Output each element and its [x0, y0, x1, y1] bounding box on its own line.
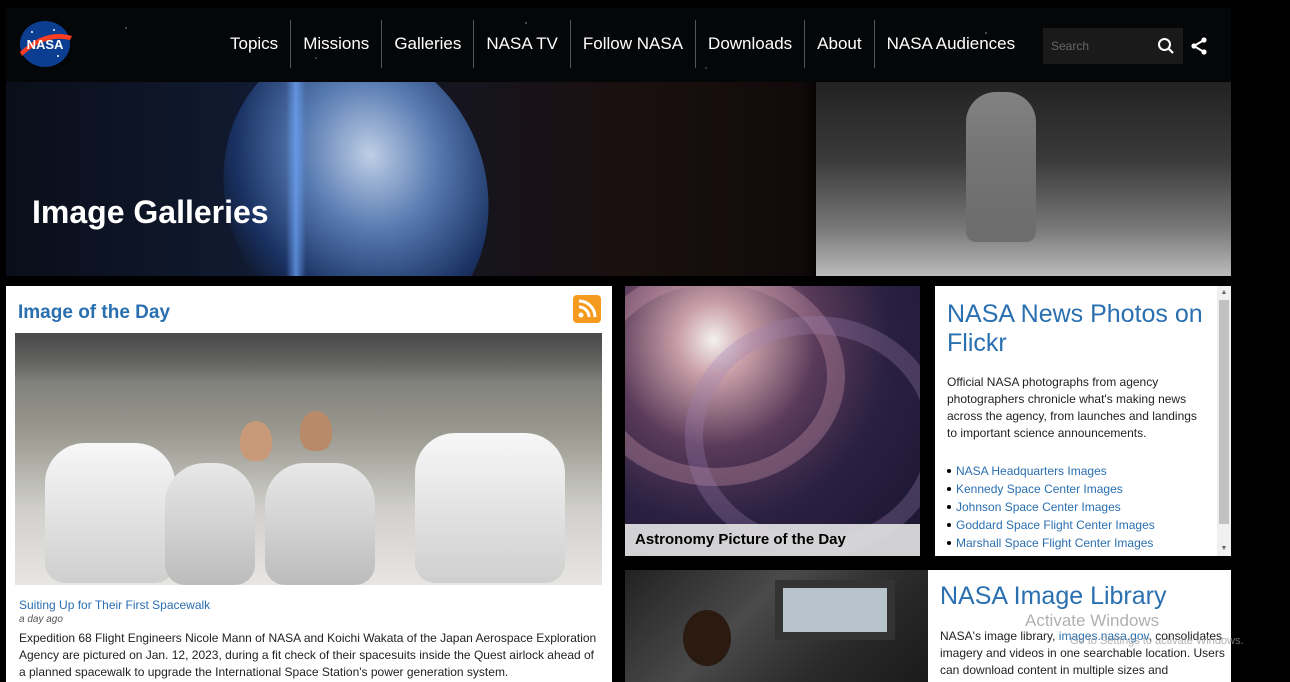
nav-item-missions[interactable]: Missions — [291, 20, 383, 68]
spacesuit-left — [45, 443, 175, 583]
image-timestamp: a day ago — [19, 614, 63, 625]
hero-banner: Image Galleries — [6, 82, 1231, 276]
nav-item-nasa-audiences[interactable]: NASA Audiences — [875, 20, 1028, 68]
image-caption-link[interactable]: Suiting Up for Their First Spacewalk — [19, 598, 210, 612]
cupola-window — [775, 580, 895, 640]
nav-item-galleries[interactable]: Galleries — [382, 20, 475, 68]
spacesuit-right — [415, 433, 565, 583]
search-icon — [1158, 38, 1174, 54]
galaxy-arm-outer — [685, 316, 920, 556]
flickr-panel: NASA News Photos on Flickr Official NASA… — [935, 286, 1231, 556]
nav-item-downloads[interactable]: Downloads — [696, 20, 806, 68]
rss-icon — [578, 299, 597, 318]
flickr-link-headquarters[interactable]: NASA Headquarters Images — [947, 462, 1155, 480]
share-icon — [1191, 37, 1207, 55]
activate-windows-watermark: Activate Windows — [1025, 611, 1160, 630]
flickr-link-marshall[interactable]: Marshall Space Flight Center Images — [947, 534, 1155, 552]
atmosphere-glow — [286, 82, 306, 276]
image-of-the-day-card: Image of the Day Suiting Up for Their Fi… — [6, 286, 612, 682]
share-button[interactable] — [1189, 36, 1209, 56]
astronaut-face-right — [300, 411, 332, 451]
flickr-title[interactable]: NASA News Photos on Flickr — [947, 300, 1207, 358]
search-input[interactable] — [1043, 28, 1151, 64]
library-desc-text-before: NASA's image library, — [940, 629, 1059, 643]
nav-item-nasa-tv[interactable]: NASA TV — [474, 20, 571, 68]
astronaut-face-left — [240, 421, 272, 461]
astronomy-picture-card[interactable]: Astronomy Picture of the Day — [625, 286, 920, 556]
flickr-scrollbar[interactable]: ▲ ▼ — [1217, 286, 1231, 556]
page-title: Image Galleries — [32, 194, 269, 230]
scroll-up-arrow-icon[interactable]: ▲ — [1220, 289, 1228, 297]
image-of-the-day-heading[interactable]: Image of the Day — [18, 302, 170, 324]
search-box — [1043, 28, 1183, 64]
nav-item-about[interactable]: About — [805, 20, 875, 68]
moon-landing-image — [816, 82, 1231, 276]
image-library-title[interactable]: NASA Image Library — [940, 582, 1167, 611]
earth-horizon-image — [182, 82, 530, 276]
scroll-thumb[interactable] — [1219, 300, 1229, 524]
flickr-link-kennedy[interactable]: Kennedy Space Center Images — [947, 480, 1155, 498]
scroll-down-arrow-icon[interactable]: ▼ — [1220, 545, 1228, 553]
flickr-link-johnson[interactable]: Johnson Space Center Images — [947, 498, 1155, 516]
astronaut-body-left — [165, 463, 255, 585]
image-description: Expedition 68 Flight Engineers Nicole Ma… — [19, 631, 597, 679]
svg-text:NASA: NASA — [27, 37, 64, 52]
astronaut-figure — [966, 92, 1036, 242]
nav-menu: Topics Missions Galleries NASA TV Follow… — [218, 20, 1027, 68]
rss-button[interactable] — [573, 295, 601, 323]
module-ceiling — [15, 333, 602, 383]
activate-windows-subtext: Go to Settings to activate Windows. — [1070, 635, 1244, 647]
flickr-description: Official NASA photographs from agency ph… — [947, 375, 1197, 440]
nasa-logo[interactable]: NASA — [14, 18, 76, 70]
nav-item-topics[interactable]: Topics — [218, 20, 292, 68]
astronaut-body-right — [265, 463, 375, 585]
nav-item-follow-nasa[interactable]: Follow NASA — [571, 20, 697, 68]
astronomy-picture-label: Astronomy Picture of the Day — [625, 524, 920, 556]
astronaut-head — [683, 610, 731, 666]
image-of-the-day-photo[interactable] — [15, 333, 602, 585]
page: NASA Topics Missions Galleries NASA TV F… — [0, 0, 1290, 682]
flickr-link-list: NASA Headquarters Images Kennedy Space C… — [947, 462, 1155, 552]
flickr-link-goddard[interactable]: Goddard Space Flight Center Images — [947, 516, 1155, 534]
top-nav: NASA Topics Missions Galleries NASA TV F… — [6, 8, 1231, 82]
iss-cupola-photo[interactable] — [625, 570, 928, 682]
search-button[interactable] — [1151, 28, 1181, 64]
